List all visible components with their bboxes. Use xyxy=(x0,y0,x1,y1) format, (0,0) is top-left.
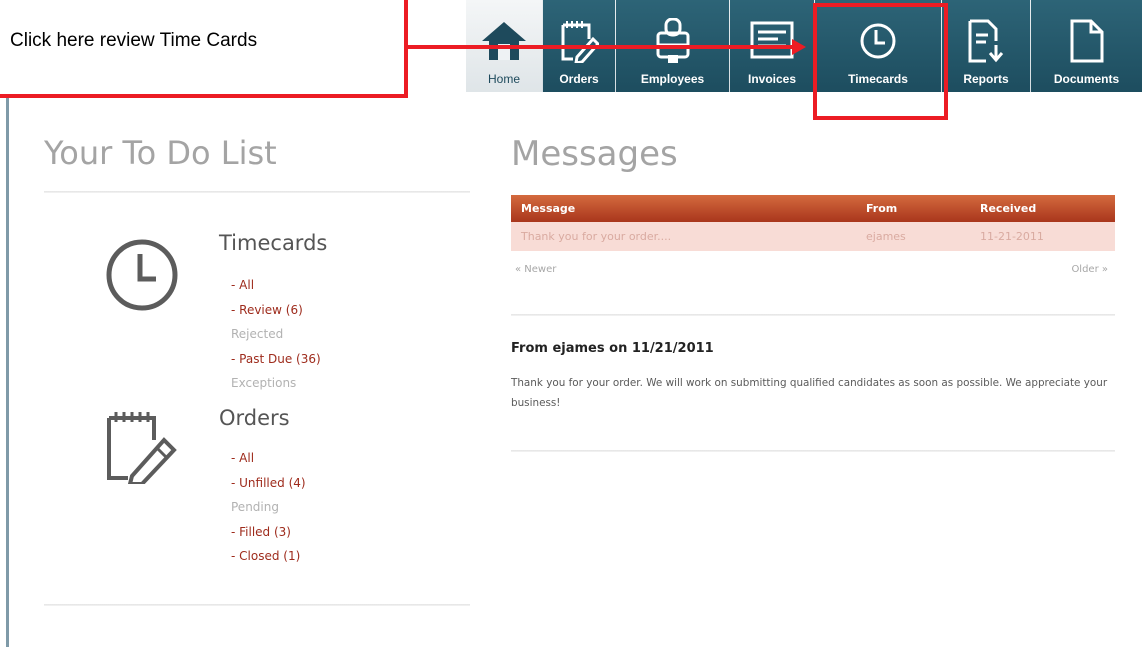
person-badge-icon xyxy=(616,18,729,64)
notepad-pencil-icon xyxy=(543,18,615,64)
message-cell: Thank you for your order.... xyxy=(511,222,856,251)
clock-icon xyxy=(104,237,180,317)
message-detail-body: Thank you for your order. We will work o… xyxy=(511,377,1108,409)
document-icon xyxy=(1031,18,1142,64)
messages-table-header: Message From Received xyxy=(511,195,1115,222)
timecards-list: - All - Review (6) Rejected - Past Due (… xyxy=(231,273,321,396)
messages-title: Messages xyxy=(511,134,678,174)
divider xyxy=(44,604,470,606)
orders-unfilled-link[interactable]: - Unfilled (4) xyxy=(231,471,306,496)
divider xyxy=(511,314,1115,316)
orders-filled-link[interactable]: - Filled (3) xyxy=(231,520,306,545)
nav-documents-label: Documents xyxy=(1053,72,1120,86)
received-cell: 11-21-2011 xyxy=(970,222,1115,251)
nav-documents[interactable]: Documents xyxy=(1031,0,1142,92)
nav-reports-label: Reports xyxy=(963,72,1009,86)
home-icon xyxy=(466,18,542,64)
orders-list: - All - Unfilled (4) Pending - Filled (3… xyxy=(231,446,306,569)
callout-arrowhead-icon xyxy=(792,39,806,55)
todo-title: Your To Do List xyxy=(44,134,277,172)
timecards-exceptions-item: Exceptions xyxy=(231,376,297,390)
report-download-icon xyxy=(942,18,1030,64)
column-header-received[interactable]: Received xyxy=(970,195,1115,222)
orders-heading: Orders xyxy=(219,406,290,430)
nav-employees-label: Employees xyxy=(640,72,705,86)
newer-link[interactable]: « Newer xyxy=(515,264,556,275)
orders-all-link[interactable]: - All xyxy=(231,446,306,471)
messages-table: Message From Received Thank you for your… xyxy=(511,195,1115,251)
column-header-from[interactable]: From xyxy=(856,195,970,222)
callout-box: Click here review Time Cards xyxy=(0,0,408,98)
nav-timecards[interactable]: Timecards xyxy=(815,0,941,92)
clock-icon xyxy=(815,18,941,64)
notepad-pencil-icon xyxy=(104,408,180,488)
divider xyxy=(44,191,470,193)
timecards-past-due-link[interactable]: - Past Due (36) xyxy=(231,347,321,372)
timecards-review-link[interactable]: - Review (6) xyxy=(231,298,321,323)
nav-home-label: Home xyxy=(487,72,520,86)
nav-timecards-label: Timecards xyxy=(848,72,908,86)
callout-text: Click here review Time Cards xyxy=(10,30,258,51)
callout-arrow-line xyxy=(408,45,796,49)
timecards-rejected-item: Rejected xyxy=(231,327,284,341)
from-cell: ejames xyxy=(856,222,970,251)
timecards-all-link[interactable]: - All xyxy=(231,273,321,298)
nav-orders-label: Orders xyxy=(559,72,599,86)
divider xyxy=(511,450,1115,452)
nav-invoices-label: Invoices xyxy=(747,72,797,86)
page-border xyxy=(6,93,9,647)
nav-reports[interactable]: Reports xyxy=(942,0,1030,92)
column-header-message[interactable]: Message xyxy=(511,195,856,222)
orders-closed-link[interactable]: - Closed (1) xyxy=(231,544,306,569)
orders-pending-item: Pending xyxy=(231,500,279,514)
message-detail-heading: From ejames on 11/21/2011 xyxy=(511,341,714,356)
older-link[interactable]: Older » xyxy=(1071,264,1108,275)
timecards-heading: Timecards xyxy=(219,231,328,255)
table-row[interactable]: Thank you for your order.... ejames 11-2… xyxy=(511,222,1115,251)
